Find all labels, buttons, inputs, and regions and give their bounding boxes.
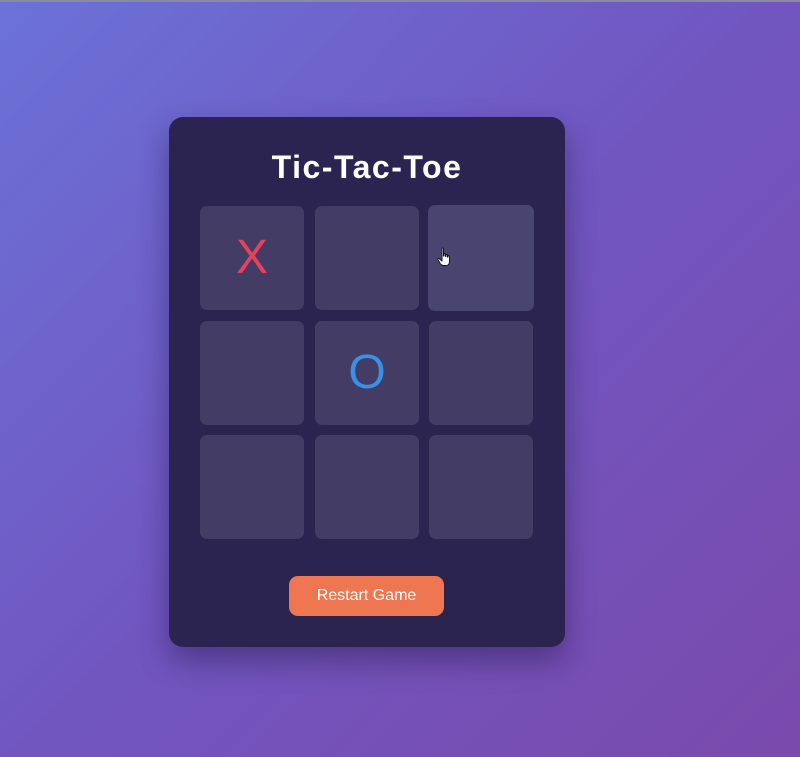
board-cell-8[interactable]: [315, 435, 419, 539]
board-cell-6[interactable]: [429, 321, 533, 425]
x-mark: X: [235, 231, 268, 284]
board-cell-7[interactable]: [200, 435, 304, 539]
board-cell-5[interactable]: O: [315, 321, 419, 425]
board-cell-3[interactable]: [428, 205, 534, 311]
restart-game-button[interactable]: Restart Game: [289, 576, 444, 616]
board-cell-4[interactable]: [200, 321, 304, 425]
game-title: Tic-Tac-Toe: [271, 149, 463, 185]
o-mark: O: [348, 346, 386, 399]
board-cell-9[interactable]: [429, 435, 533, 539]
window-top-border: [0, 0, 800, 2]
board-cell-2[interactable]: [315, 206, 419, 310]
board-cell-1[interactable]: X: [200, 206, 304, 310]
game-card: Tic-Tac-Toe X O Restart Game: [169, 117, 565, 647]
game-board: X O: [200, 205, 534, 540]
